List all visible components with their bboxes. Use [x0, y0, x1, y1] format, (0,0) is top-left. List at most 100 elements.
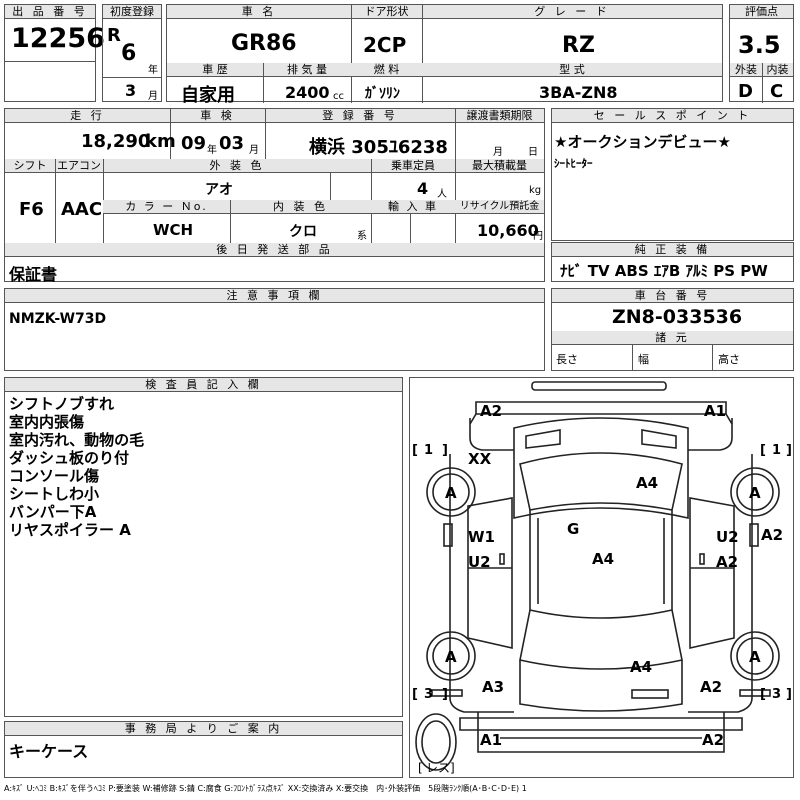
- recycle-unit: 円: [533, 231, 543, 242]
- svg-text:[: [: [412, 443, 418, 458]
- fuel-label: 燃 料: [351, 63, 422, 77]
- import-label: 輸 入 車: [371, 200, 455, 214]
- shift: F6: [19, 199, 44, 220]
- legend: A:ｷｽﾞ U:ﾍｺﾐ B:ｷｽﾞを伴うﾍｺﾐ P:要塗装 W:補修跡 S:錆 …: [4, 784, 527, 793]
- list-item: リヤスポイラー A: [9, 521, 131, 539]
- office-text: キーケース: [9, 742, 89, 761]
- inspector-box: 検 査 員 記 入 欄 シフトノブすれ 室内内張傷 室内汚れ、動物の毛 ダッシュ…: [4, 377, 403, 717]
- chassis-number: ZN8-033536: [612, 306, 743, 328]
- num-3-right: 3: [772, 687, 781, 702]
- history-label: 車 歴: [167, 63, 263, 77]
- ext-color-label: 外 装 色: [103, 159, 371, 173]
- door-label: ドア形状: [351, 5, 422, 19]
- mark-door-right-2: A2: [716, 553, 738, 571]
- car-name-label: 車 名: [167, 5, 351, 19]
- mark-fender-right: A2: [761, 526, 783, 544]
- inspector-label: 検 査 員 記 入 欄: [5, 378, 402, 392]
- displacement-label: 排 気 量: [263, 63, 351, 77]
- mark-hood: A4: [636, 474, 658, 492]
- max-load-unit: kg: [529, 185, 542, 196]
- mark-bumper-left: A1: [480, 731, 502, 749]
- model: 3BA-ZN8: [539, 83, 618, 102]
- sales-line-1: ★オークションデビュー★: [554, 133, 731, 151]
- mark-rear-left: A3: [482, 678, 504, 696]
- svg-text:[: [: [760, 443, 766, 458]
- equipment-label: 純 正 装 備: [552, 243, 793, 257]
- notes-text: NMZK-W73D: [9, 311, 107, 327]
- recycle: 10,660: [477, 221, 539, 240]
- mark-tire-fl: A: [445, 484, 457, 502]
- insp-month-unit: 月: [249, 145, 259, 156]
- car-outline: A2 A1 XX A4 G A4 W1 U2 U2 A2 A2 A4 A3 A2…: [412, 381, 792, 775]
- office-label: 事 務 局 よ り ご 案 内: [5, 722, 402, 736]
- svg-text:]: ]: [786, 687, 792, 702]
- mileage-label: 走 行: [5, 109, 170, 123]
- displacement: 2400: [285, 83, 330, 102]
- color-no: WCH: [153, 221, 194, 239]
- office-box: 事 務 局 よ り ご 案 内 キーケース: [4, 721, 403, 778]
- detail-box: 走 行 車 検 登 録 番 号 譲渡書類期限 18,290 km 09 年 03…: [4, 108, 545, 284]
- mark-trunk: A4: [630, 658, 652, 676]
- first-reg-label: 初度登録: [103, 5, 161, 19]
- svg-text:[: [: [412, 687, 418, 702]
- registration-number: 横浜 305ﾕ6238: [309, 137, 448, 158]
- int-color-label: 内 装 色: [230, 200, 371, 214]
- spare-label: レス: [426, 761, 450, 775]
- sales-label: セ ー ル ス ポ イ ン ト: [552, 109, 793, 123]
- lot-box: 出 品 番 号 12256: [4, 4, 105, 102]
- equipment-box: 純 正 装 備 ﾅﾋﾞ TV ABS ｴｱB ｱﾙﾐ PS PW: [551, 242, 794, 282]
- equipment-items: ﾅﾋﾞ TV ABS ｴｱB ｱﾙﾐ PS PW: [560, 262, 768, 280]
- int-color-unit: 系: [357, 231, 367, 242]
- list-item: シフトノブすれ: [9, 395, 115, 413]
- insp-year: 09: [181, 133, 207, 154]
- list-item: シートしわ小: [9, 485, 100, 503]
- sales-line-2: ｼｰﾄﾋｰﾀｰ: [554, 157, 593, 170]
- reg-year: 6: [121, 41, 137, 66]
- door-type: 2CP: [363, 33, 407, 57]
- fuel: ｶﾞｿﾘﾝ: [365, 86, 400, 102]
- svg-text:]: ]: [786, 443, 792, 458]
- num-1-right: 1: [772, 443, 781, 458]
- transfer-month-unit: 月: [493, 147, 503, 158]
- list-item: バンパー下A: [9, 503, 97, 521]
- svg-text:[: [: [418, 761, 423, 775]
- mark-tire-rr: A: [749, 648, 761, 666]
- lot-number: 12256: [11, 23, 105, 54]
- insp-year-unit: 年: [207, 145, 217, 156]
- model-label: 型 式: [422, 63, 722, 77]
- interior-score: C: [770, 81, 784, 102]
- length-label: 長さ: [556, 353, 578, 366]
- list-item: コンソール傷: [9, 467, 100, 485]
- svg-text:]: ]: [450, 761, 455, 775]
- transfer-label: 譲渡書類期限: [455, 109, 544, 123]
- mark-rear-right: A2: [700, 678, 722, 696]
- transfer-day-unit: 日: [528, 147, 538, 158]
- mark-cabin: A4: [592, 550, 614, 568]
- mark-front-right: A1: [704, 402, 726, 420]
- capacity-label: 乗車定員: [371, 159, 455, 173]
- mark-bumper-right: A2: [702, 731, 724, 749]
- damage-diagram: A2 A1 XX A4 G A4 W1 U2 U2 A2 A2 A4 A3 A2…: [409, 377, 794, 778]
- reg-label: 登 録 番 号: [265, 109, 455, 123]
- capacity: 4: [417, 179, 429, 198]
- ac-label: エアコン: [55, 159, 103, 173]
- exterior-label: 外装: [730, 63, 762, 77]
- later-parts: 保証書: [9, 265, 58, 284]
- lot-label: 出 品 番 号: [5, 5, 95, 19]
- score-label: 評価点: [730, 5, 793, 19]
- reg-month: 3: [125, 81, 137, 100]
- month-unit: 月: [148, 91, 158, 102]
- exterior-score: D: [738, 81, 753, 102]
- shift-label: シフト: [5, 159, 55, 173]
- mark-door-right-1: U2: [716, 528, 739, 546]
- chassis-box: 車 台 番 号 ZN8-033536 諸 元 長さ 幅 高さ: [551, 288, 794, 371]
- mileage-unit: km: [145, 131, 176, 152]
- dims-label: 諸 元: [552, 331, 793, 345]
- sales-box: セ ー ル ス ポ イ ン ト ★オークションデビュー★ ｼｰﾄﾋｰﾀｰ: [551, 108, 794, 241]
- mark-door-left-1: W1: [468, 528, 495, 546]
- svg-text:]: ]: [442, 687, 448, 702]
- score: 3.5: [738, 31, 781, 59]
- car-name: GR86: [231, 31, 297, 56]
- mark-windshield-left: XX: [468, 450, 492, 468]
- history: 自家用: [181, 85, 235, 106]
